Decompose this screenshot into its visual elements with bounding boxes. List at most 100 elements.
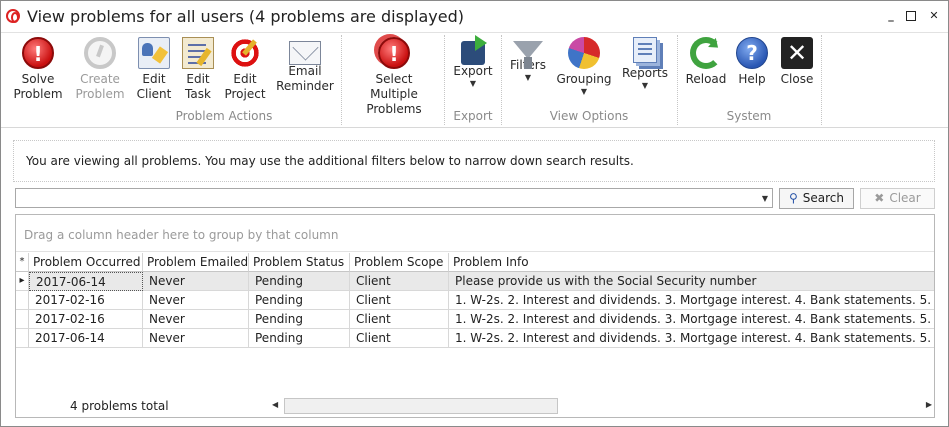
ribbon-separator <box>821 35 822 125</box>
column-header-problem-emailed[interactable]: Problem Emailed <box>143 253 249 272</box>
edit-task-label: Edit Task <box>185 72 211 101</box>
cell-problem-emailed[interactable]: Never <box>143 310 249 329</box>
cell-problem-info[interactable]: 1. W-2s. 2. Interest and dividends. 3. M… <box>449 329 934 348</box>
chevron-down-icon: ▼ <box>524 73 532 82</box>
clear-icon: ✖ <box>874 191 885 205</box>
cell-problem-status[interactable]: Pending <box>249 329 350 348</box>
table-row[interactable]: 2017-02-16 Never Pending Client 1. W-2s.… <box>16 291 934 310</box>
solve-problem-label: Solve Problem <box>13 72 63 101</box>
solve-problem-icon <box>22 37 54 69</box>
problems-total: 4 problems total <box>70 399 169 413</box>
chevron-down-icon[interactable]: ▼ <box>762 194 768 203</box>
group-by-hint: Drag a column header here to group by th… <box>24 228 339 242</box>
column-header-problem-info[interactable]: Problem Info <box>449 253 934 272</box>
clear-button[interactable]: ✖ Clear <box>860 188 935 209</box>
cell-problem-occurred[interactable]: 2017-02-16 <box>29 291 143 310</box>
filter-icon <box>513 41 543 69</box>
cell-problem-scope[interactable]: Client <box>350 310 449 329</box>
reports-label: Reports <box>621 66 669 80</box>
chevron-down-icon: ▼ <box>469 79 477 88</box>
cell-problem-status[interactable]: Pending <box>249 272 350 291</box>
maximize-button[interactable] <box>906 11 916 21</box>
help-button[interactable]: ? Help <box>733 37 771 87</box>
solve-problem-button[interactable]: Solve Problem <box>9 37 67 102</box>
cell-problem-scope[interactable]: Client <box>350 272 449 291</box>
group-label-system: System <box>726 109 772 123</box>
cell-problem-emailed[interactable]: Never <box>143 272 249 291</box>
column-header-problem-status[interactable]: Problem Status <box>249 253 350 272</box>
help-label: Help <box>738 72 766 86</box>
grouping-label: Grouping <box>556 72 612 86</box>
problems-window: View problems for all users (4 problems … <box>0 0 949 427</box>
edit-task-icon <box>182 37 214 69</box>
close-label: Close <box>780 72 814 86</box>
help-icon: ? <box>736 37 768 69</box>
info-text: You are viewing all problems. You may us… <box>26 154 634 168</box>
reload-label: Reload <box>685 72 727 86</box>
search-button-label: Search <box>802 191 845 205</box>
filters-button[interactable]: Filters ▼ <box>507 37 549 82</box>
reload-icon <box>690 37 722 69</box>
edit-client-button[interactable]: Edit Client <box>133 37 175 102</box>
chevron-down-icon: ▼ <box>641 81 649 90</box>
edit-project-label: Edit Project <box>224 72 266 101</box>
close-window-button[interactable]: ✕ <box>927 9 941 23</box>
grouping-button[interactable]: Grouping ▼ <box>556 37 612 96</box>
search-button[interactable]: ⚲ Search <box>779 188 854 209</box>
edit-client-label: Edit Client <box>136 72 172 101</box>
cell-problem-info[interactable]: 1. W-2s. 2. Interest and dividends. 3. M… <box>449 291 934 310</box>
table-row[interactable]: 2017-06-14 Never Pending Client Please p… <box>16 272 934 291</box>
close-icon: ✕ <box>781 37 813 69</box>
search-icon: ⚲ <box>788 191 798 205</box>
table-row[interactable]: 2017-02-16 Never Pending Client 1. W-2s.… <box>16 310 934 329</box>
cell-problem-info[interactable]: 1. W-2s. 2. Interest and dividends. 3. M… <box>449 310 934 329</box>
info-panel: You are viewing all problems. You may us… <box>13 140 935 182</box>
select-multiple-problems-button[interactable]: Select Multiple Problems <box>351 37 437 117</box>
group-label-export: Export <box>453 109 493 123</box>
email-reminder-icon <box>289 41 321 65</box>
export-label: Export <box>453 64 493 78</box>
group-by-panel[interactable]: Drag a column header here to group by th… <box>16 215 934 252</box>
export-button[interactable]: Export ▼ <box>451 35 495 88</box>
window-title: View problems for all users (4 problems … <box>27 7 465 26</box>
cell-problem-status[interactable]: Pending <box>249 291 350 310</box>
scroll-left-icon[interactable]: ◀ <box>272 400 278 409</box>
cell-problem-status[interactable]: Pending <box>249 310 350 329</box>
pie-chart-icon <box>568 37 600 69</box>
select-multiple-icon <box>378 37 410 69</box>
cell-problem-info[interactable]: Please provide us with the Social Securi… <box>449 272 934 291</box>
scroll-right-icon[interactable]: ▶ <box>926 400 932 409</box>
create-problem-icon <box>84 37 116 69</box>
reload-button[interactable]: Reload <box>685 37 727 87</box>
close-button[interactable]: ✕ Close <box>777 37 817 87</box>
group-label-view-options: View Options <box>549 109 629 123</box>
create-problem-button[interactable]: Create Problem <box>71 37 129 102</box>
column-header-problem-scope[interactable]: Problem Scope <box>350 253 449 272</box>
cell-problem-emailed[interactable]: Never <box>143 329 249 348</box>
title-bar: View problems for all users (4 problems … <box>1 1 948 32</box>
cell-problem-occurred[interactable]: 2017-02-16 <box>29 310 143 329</box>
app-icon <box>6 9 20 23</box>
create-problem-label: Create Problem <box>75 72 125 101</box>
minimize-button[interactable]: _ <box>884 9 898 23</box>
edit-client-icon <box>138 37 170 69</box>
horizontal-scrollbar[interactable]: ◀ ▶ <box>270 397 934 415</box>
reports-icon <box>633 37 657 63</box>
cell-problem-occurred[interactable]: 2017-06-14 <box>29 272 143 291</box>
table-row[interactable]: 2017-06-14 Never Pending Client 1. W-2s.… <box>16 329 934 348</box>
cell-problem-occurred[interactable]: 2017-06-14 <box>29 329 143 348</box>
cell-problem-emailed[interactable]: Never <box>143 291 249 310</box>
search-combo[interactable]: ▼ <box>15 188 773 208</box>
cell-problem-scope[interactable]: Client <box>350 291 449 310</box>
column-header-problem-occurred[interactable]: Problem Occurred <box>29 253 143 272</box>
edit-project-button[interactable]: Edit Project <box>221 37 269 102</box>
scrollbar-thumb[interactable] <box>284 398 558 414</box>
email-reminder-button[interactable]: Email Reminder <box>275 37 335 94</box>
edit-task-button[interactable]: Edit Task <box>179 37 217 102</box>
row-indicator-header: * <box>16 253 29 272</box>
edit-project-icon <box>229 37 261 69</box>
clear-button-label: Clear <box>889 191 921 205</box>
email-reminder-label: Email Reminder <box>276 64 334 93</box>
reports-button[interactable]: Reports ▼ <box>621 37 669 90</box>
cell-problem-scope[interactable]: Client <box>350 329 449 348</box>
